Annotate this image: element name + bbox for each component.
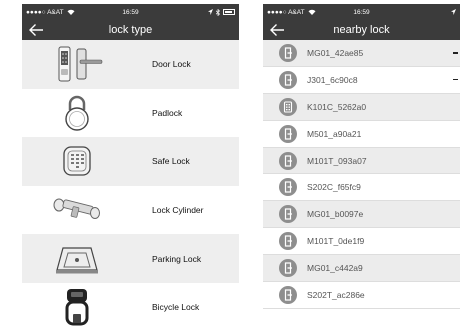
device-name: M501_a90a21 [307, 128, 362, 139]
door-lock-icon [22, 40, 132, 89]
lock-type-label: Safe Lock [152, 156, 190, 167]
lock-type-label: Lock Cylinder [152, 205, 204, 216]
bicycle-lock-icon [22, 283, 132, 332]
nearby-lock-screen: ●●●●○ A&AT 16:59 nearby lock MG01_42ae85 [263, 4, 460, 332]
status-time: 16:59 [353, 8, 370, 16]
lock-type-label: Padlock [152, 107, 183, 118]
device-list-item[interactable]: J301_6c90c8 [263, 66, 460, 94]
status-time: 16:59 [122, 8, 139, 16]
device-list-item[interactable]: MG01_42ae85 [263, 40, 460, 67]
lock-type-label: Parking Lock [152, 253, 202, 264]
device-name: J301_6c90c8 [307, 74, 358, 85]
lock-type-screen: ●●●●○ A&AT 16:59 lock type Door Lock Pad… [22, 4, 239, 332]
device-name: S202C_f65fc9 [307, 182, 361, 193]
row-marker [453, 78, 458, 81]
back-arrow-icon[interactable] [28, 23, 44, 37]
page-title: lock type [108, 24, 153, 36]
top-bar: ●●●●○ A&AT 16:59 lock type [22, 4, 239, 40]
status-bar: ●●●●○ A&AT 16:59 [22, 4, 239, 20]
door-lock-icon [279, 70, 297, 89]
lock-type-item[interactable]: Parking Lock [22, 234, 239, 283]
device-name: M101T_093a07 [307, 155, 367, 166]
device-list-item[interactable]: MG01_b0097e [263, 201, 460, 229]
lock-cylinder-icon [22, 186, 132, 235]
door-lock-icon [279, 205, 297, 224]
lock-type-item[interactable]: Safe Lock [22, 137, 239, 186]
battery-icon [223, 9, 235, 15]
door-lock-icon [279, 43, 297, 62]
device-list-item[interactable]: M501_a90a21 [263, 120, 460, 148]
lock-type-item[interactable]: Lock Cylinder [22, 185, 239, 235]
device-list-item[interactable]: S202T_ac286e [263, 282, 460, 309]
nav-bar: nearby lock [263, 20, 460, 40]
device-list-item[interactable]: M101T_093a07 [263, 147, 460, 175]
nav-bar: lock type [22, 20, 239, 40]
device-list-item[interactable]: K101C_5262a0 [263, 93, 460, 121]
keypad-lock-icon [279, 97, 297, 116]
device-name: MG01_42ae85 [307, 47, 364, 58]
safe-lock-icon [22, 137, 132, 186]
door-lock-icon [279, 151, 297, 170]
device-list-item[interactable]: S202C_f65fc9 [263, 174, 460, 202]
device-name: MG01_c442a9 [307, 263, 363, 274]
lock-type-item[interactable]: Door Lock [22, 40, 239, 89]
lock-type-label: Bicycle Lock [152, 302, 200, 313]
page-title: nearby lock [333, 24, 390, 36]
door-lock-icon [279, 259, 297, 278]
status-bar: ●●●●○ A&AT 16:59 [263, 4, 460, 20]
door-lock-icon [279, 178, 297, 197]
device-name: M101T_0de1f9 [307, 236, 365, 247]
lock-type-item[interactable]: Padlock [22, 88, 239, 138]
lock-type-list: Door Lock Padlock Safe Lock Lock Cylinde… [22, 40, 239, 332]
device-list-item[interactable]: MG01_c442a9 [263, 255, 460, 283]
top-bar: ●●●●○ A&AT 16:59 nearby lock [263, 4, 460, 40]
screenshot-stage: ●●●●○ A&AT 16:59 lock type Door Lock Pad… [0, 0, 460, 332]
parking-lock-icon [22, 234, 132, 283]
row-marker [453, 52, 458, 54]
padlock-icon [22, 89, 132, 138]
device-list-item[interactable]: M101T_0de1f9 [263, 228, 460, 256]
back-arrow-icon[interactable] [269, 23, 285, 37]
lock-type-item[interactable]: Bicycle Lock [22, 282, 239, 332]
nearby-device-list: MG01_42ae85 J301_6c90c8 K101C_5262a0 M50… [263, 40, 460, 309]
door-lock-icon [279, 285, 297, 304]
device-name: S202T_ac286e [307, 289, 365, 300]
lock-type-label: Door Lock [152, 59, 191, 70]
door-lock-icon [279, 232, 297, 251]
device-name: K101C_5262a0 [307, 101, 367, 112]
device-name: MG01_b0097e [307, 209, 364, 220]
door-lock-icon [279, 124, 297, 143]
